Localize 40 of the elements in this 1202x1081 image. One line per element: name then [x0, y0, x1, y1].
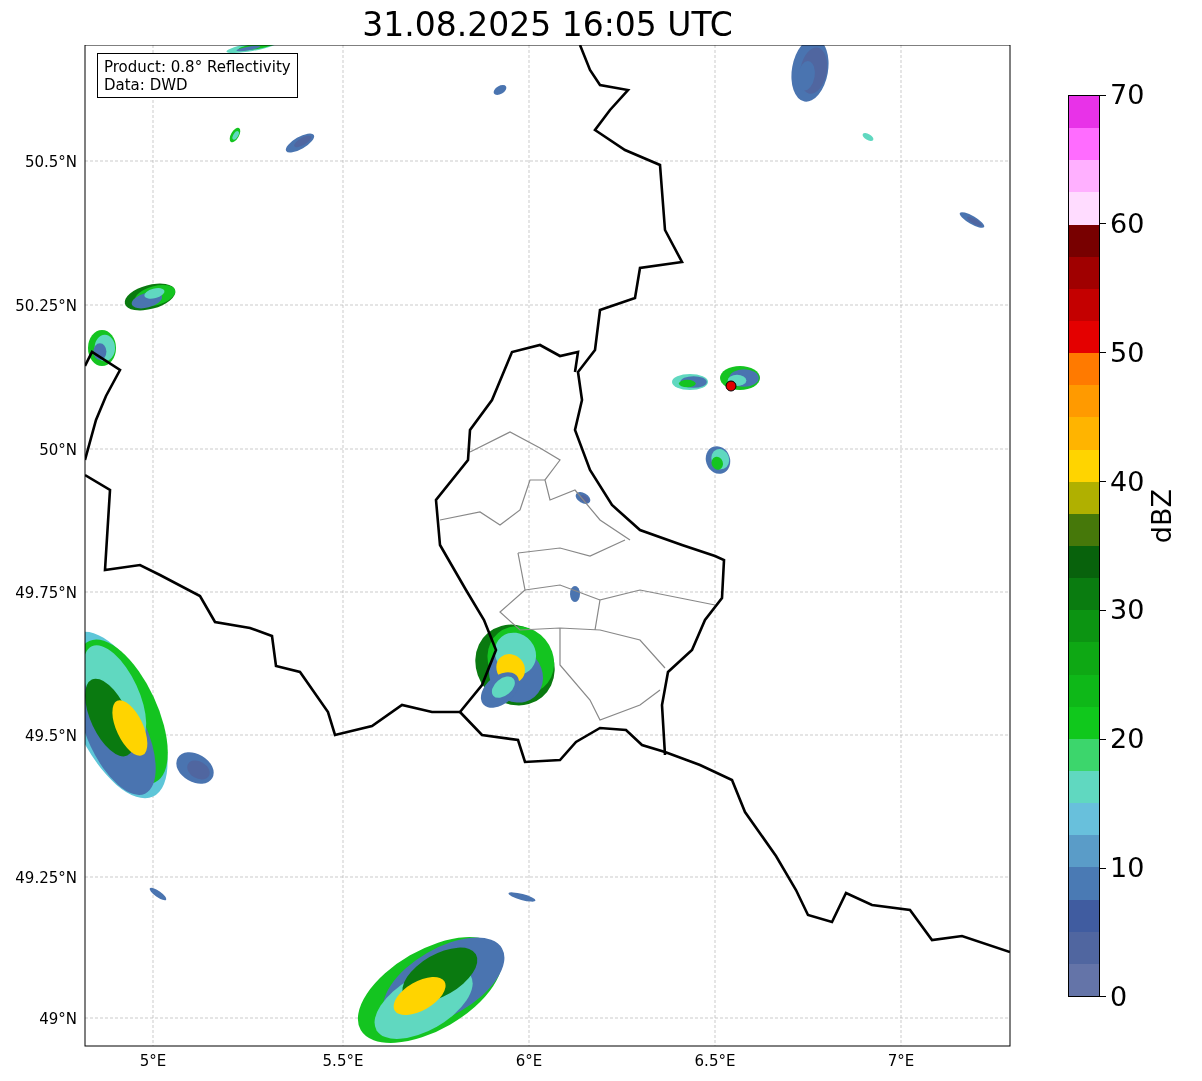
radar-echo	[88, 330, 116, 366]
colorbar-tick-label: 70	[1110, 80, 1145, 110]
colorbar-tick-label: 30	[1110, 595, 1145, 626]
radar-echo	[959, 212, 985, 228]
radar-echo	[862, 133, 874, 141]
radar-echo	[672, 374, 708, 390]
radar-echo	[575, 492, 591, 504]
axis-tick-label: 50.25°N	[15, 297, 77, 315]
axis-tick-label: 50.5°N	[24, 153, 77, 171]
axis-tick-label: 5.5°E	[322, 1052, 364, 1070]
colorbar-tick-label: 10	[1110, 853, 1145, 884]
colorbar-tick-label: 40	[1110, 466, 1145, 497]
radar-echo	[285, 133, 315, 153]
radar-echo	[124, 283, 176, 311]
radar-echo	[508, 892, 536, 902]
info-text: Data: DWD	[104, 76, 189, 94]
radar-echo	[176, 752, 214, 784]
axis-tick-label: 6.5°E	[694, 1052, 736, 1070]
axis-tick-label: 5°E	[139, 1052, 167, 1070]
axis-tick-label: 49°N	[39, 1010, 77, 1028]
colorbar-tick-label: 60	[1110, 208, 1145, 239]
axis-tick-label: 6°E	[515, 1052, 543, 1070]
chart-title: 31.08.2025 16:05 UTC	[362, 5, 733, 45]
radar-echo	[149, 887, 167, 901]
axis-tick-label: 7°E	[887, 1052, 915, 1070]
info-text: Product: 0.8° Reflectivity	[104, 58, 291, 76]
colorbar-tick-label: 50	[1110, 337, 1145, 368]
colorbar-tick-label: 0	[1110, 981, 1128, 1012]
radar-echo	[705, 446, 731, 474]
radar-echo	[229, 127, 241, 143]
radar-echo	[493, 85, 507, 95]
radar-echo	[570, 586, 580, 602]
axis-tick-label: 49.5°N	[24, 727, 77, 745]
radar-site-marker	[725, 380, 737, 392]
colorbar-label: dBZ	[1146, 488, 1178, 544]
colorbar-tick-label: 20	[1110, 724, 1145, 755]
axis-tick-label: 50°N	[39, 441, 77, 459]
axis-tick-label: 49.75°N	[15, 584, 77, 602]
radar-echo	[791, 45, 829, 102]
axis-tick-label: 49.25°N	[15, 869, 77, 887]
